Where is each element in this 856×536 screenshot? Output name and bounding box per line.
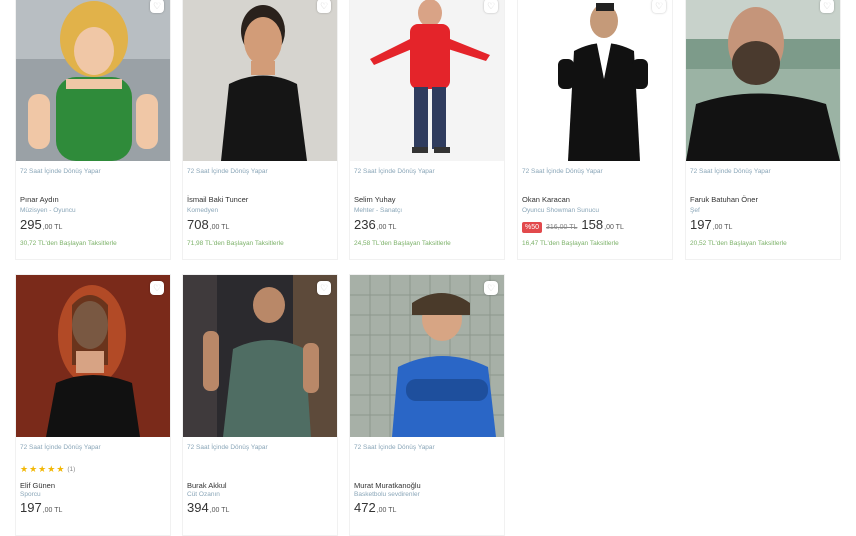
rating-count: (1)	[67, 466, 76, 473]
celebrity-role: Basketbolu sevdirenler	[354, 491, 420, 498]
delivery-info: 72 Saat İçinde Dönüş Yapar	[354, 168, 435, 175]
price: 236 ,00 TL	[354, 217, 396, 232]
heart-icon[interactable]: ♡	[484, 281, 498, 295]
star-icon: ★	[20, 464, 29, 474]
celebrity-card[interactable]: ♡ 72 Saat İçinde Dönüş Yapar Faruk Batuh…	[685, 0, 841, 260]
price-value: 236	[354, 217, 376, 232]
price-decimal: ,00 TL	[209, 224, 230, 231]
celebrity-photo[interactable]: ♡	[16, 275, 170, 437]
installment-info: 20,52 TL'den Başlayan Taksitlerle	[690, 240, 787, 247]
price: %50 316,00 TL 158 ,00 TL	[522, 217, 624, 233]
celebrity-photo[interactable]: ♡	[183, 0, 337, 161]
price: 708 ,00 TL	[187, 217, 229, 232]
heart-icon[interactable]: ♡	[150, 0, 164, 13]
celebrity-name[interactable]: Faruk Batuhan Öner	[690, 195, 758, 204]
celebrity-name[interactable]: İsmail Baki Tuncer	[187, 195, 248, 204]
celebrity-name[interactable]: Pınar Aydın	[20, 195, 59, 204]
price-decimal: ,00 TL	[376, 224, 397, 231]
celebrity-photo[interactable]: ♡	[518, 0, 672, 161]
celebrity-role: Müzisyen - Oyuncu	[20, 207, 76, 214]
product-grid: ♡ 72 Saat İçinde Dönüş Yapar Pınar Aydın…	[0, 0, 856, 536]
price: 394 ,00 TL	[187, 500, 229, 515]
celebrity-role: Oyuncu Showman Sunucu	[522, 207, 599, 214]
price-value: 394	[187, 500, 209, 515]
price-value: 472	[354, 500, 376, 515]
rating: ★ ★ ★ ★ ★ (1)	[20, 465, 75, 474]
old-price: 316,00 TL	[546, 224, 578, 231]
celebrity-photo[interactable]: ♡	[350, 0, 504, 161]
celebrity-role: Sporcu	[20, 491, 41, 498]
price-decimal: ,00 TL	[604, 224, 624, 231]
price: 295 ,00 TL	[20, 217, 62, 232]
price-value: 708	[187, 217, 209, 232]
delivery-info: 72 Saat İçinde Dönüş Yapar	[187, 168, 268, 175]
celebrity-name[interactable]: Elif Günen	[20, 481, 55, 490]
installment-info: 16,47 TL'den Başlayan Taksitlerle	[522, 240, 619, 247]
heart-icon[interactable]: ♡	[484, 0, 498, 13]
celebrity-photo[interactable]: ♡	[16, 0, 170, 161]
delivery-info: 72 Saat İçinde Dönüş Yapar	[522, 168, 603, 175]
star-icon: ★	[56, 464, 65, 474]
celebrity-role: Şef	[690, 207, 700, 214]
price-value: 158	[581, 217, 604, 232]
celebrity-name[interactable]: Murat Muratkanoğlu	[354, 481, 421, 490]
price: 197 ,00 TL	[690, 217, 732, 232]
price-value: 295	[20, 217, 42, 232]
star-icon: ★	[29, 464, 38, 474]
price: 197 ,00 TL	[20, 500, 62, 515]
celebrity-card[interactable]: ♡ 72 Saat İçinde Dönüş Yapar Selim Yuhay…	[349, 0, 505, 260]
star-icon: ★	[38, 464, 47, 474]
price-decimal: ,00 TL	[42, 224, 63, 231]
delivery-info: 72 Saat İçinde Dönüş Yapar	[20, 444, 101, 451]
delivery-info: 72 Saat İçinde Dönüş Yapar	[690, 168, 771, 175]
star-icon: ★	[47, 464, 56, 474]
celebrity-card[interactable]: ♡ 72 Saat İçinde Dönüş Yapar Pınar Aydın…	[15, 0, 171, 260]
celebrity-photo[interactable]: ♡	[350, 275, 504, 437]
installment-info: 71,98 TL'den Başlayan Taksitlerle	[187, 240, 284, 247]
installment-info: 30,72 TL'den Başlayan Taksitlerle	[20, 240, 117, 247]
celebrity-name[interactable]: Okan Karacan	[522, 195, 570, 204]
heart-icon[interactable]: ♡	[317, 0, 331, 13]
installment-info: 24,58 TL'den Başlayan Taksitlerle	[354, 240, 451, 247]
celebrity-photo[interactable]: ♡	[183, 275, 337, 437]
price-value: 197	[20, 500, 42, 515]
celebrity-role: Mehter - Sanatçı	[354, 207, 403, 214]
price: 472 ,00 TL	[354, 500, 396, 515]
celebrity-card[interactable]: ♡ 72 Saat İçinde Dönüş Yapar İsmail Baki…	[182, 0, 338, 260]
heart-icon[interactable]: ♡	[317, 281, 331, 295]
celebrity-role: Komedyen	[187, 207, 219, 214]
delivery-info: 72 Saat İçinde Dönüş Yapar	[354, 444, 435, 451]
heart-icon[interactable]: ♡	[652, 0, 666, 13]
discount-badge: %50	[522, 222, 543, 233]
celebrity-role: Cüt Ozanın	[187, 491, 220, 498]
celebrity-card[interactable]: ♡ 72 Saat İçinde Dönüş Yapar Okan Karaca…	[517, 0, 673, 260]
price-decimal: ,00 TL	[712, 224, 733, 231]
celebrity-card[interactable]: ♡ 72 Saat İçinde Dönüş Yapar Burak Akkul…	[182, 274, 338, 536]
heart-icon[interactable]: ♡	[150, 281, 164, 295]
price-value: 197	[690, 217, 712, 232]
celebrity-card[interactable]: ♡ 72 Saat İçinde Dönüş Yapar ★ ★ ★ ★ ★ (…	[15, 274, 171, 536]
celebrity-name[interactable]: Burak Akkul	[187, 481, 227, 490]
celebrity-photo[interactable]: ♡	[686, 0, 840, 161]
heart-icon[interactable]: ♡	[820, 0, 834, 13]
celebrity-card[interactable]: ♡ 72 Saat İçinde Dönüş Yapar Murat Murat…	[349, 274, 505, 536]
celebrity-name[interactable]: Selim Yuhay	[354, 195, 396, 204]
delivery-info: 72 Saat İçinde Dönüş Yapar	[187, 444, 268, 451]
delivery-info: 72 Saat İçinde Dönüş Yapar	[20, 168, 101, 175]
